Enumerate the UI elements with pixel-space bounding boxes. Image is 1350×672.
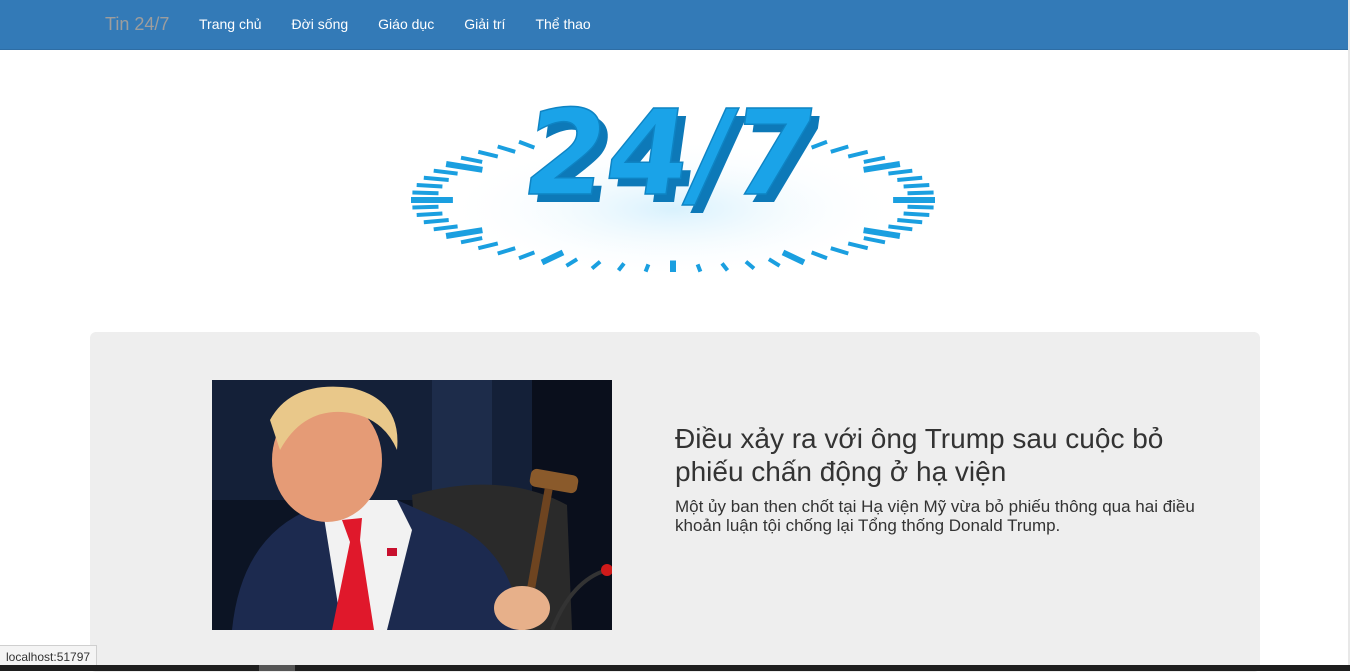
top-navbar: Tin 24/7 Trang chủ Đời sống Giáo dục Giả…	[0, 0, 1348, 50]
logo-tick	[423, 218, 449, 225]
logo-tick	[847, 241, 869, 251]
logo-tick	[907, 204, 934, 210]
nav-item-education[interactable]: Giáo dục	[363, 0, 449, 49]
nav-item-life[interactable]: Đời sống	[277, 0, 364, 49]
logo-tick	[433, 168, 458, 176]
nav-menu: Trang chủ Đời sống Giáo dục Giải trí Thể…	[184, 0, 606, 49]
logo-tick	[830, 144, 849, 154]
logo-tick	[460, 155, 483, 164]
logo-tick	[695, 263, 703, 273]
logo-tick	[643, 263, 651, 273]
logo-tick	[477, 241, 499, 251]
brand-link[interactable]: Tin 24/7	[105, 13, 169, 35]
logo-tick	[477, 149, 499, 159]
logo-tick	[863, 155, 886, 164]
logo-tick	[497, 246, 516, 256]
logo-tick	[903, 183, 930, 189]
logo-tick	[416, 211, 443, 217]
logo-tick	[863, 236, 886, 245]
featured-summary: Một ủy ban then chốt tại Hạ viện Mỹ vừa …	[675, 497, 1195, 535]
logo-tick	[888, 168, 913, 176]
logo-tick	[412, 204, 439, 210]
logo-tick	[897, 175, 923, 182]
logo-tick	[897, 218, 923, 225]
logo-tick	[433, 224, 458, 232]
logo-tick	[903, 211, 930, 217]
logo-tick	[847, 149, 869, 159]
nav-item-sports[interactable]: Thể thao	[520, 0, 605, 49]
logo-text: 24/7	[516, 85, 825, 222]
logo-tick	[830, 246, 849, 256]
logo-tick	[497, 144, 516, 154]
logo-tick	[460, 236, 483, 245]
logo-tick	[445, 161, 483, 173]
nav-item-home[interactable]: Trang chủ	[184, 0, 277, 49]
logo-tick	[863, 161, 901, 173]
nav-item-entertainment[interactable]: Giải trí	[449, 0, 520, 49]
logo-tick	[423, 175, 449, 182]
site-logo: 24/7 24/7	[411, 84, 935, 273]
logo-tick	[416, 183, 443, 189]
logo-tick	[888, 224, 913, 232]
logo-tick	[412, 190, 439, 196]
horizontal-scrollbar[interactable]	[0, 665, 1350, 671]
featured-news-image[interactable]	[212, 380, 612, 630]
logo-tick	[907, 190, 934, 196]
horizontal-scrollbar-thumb[interactable]	[259, 665, 295, 671]
featured-headline[interactable]: Điều xảy ra với ông Trump sau cuộc bỏ ph…	[675, 422, 1235, 488]
